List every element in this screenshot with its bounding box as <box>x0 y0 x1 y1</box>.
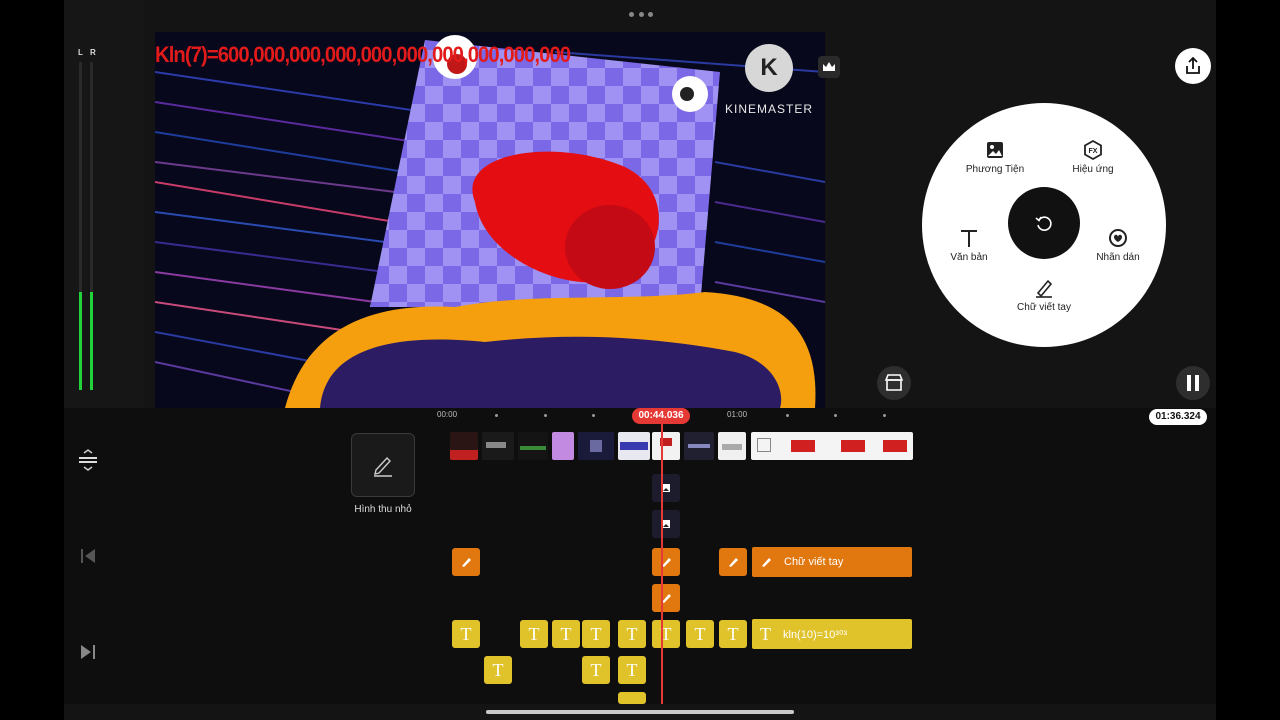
video-clip[interactable] <box>450 432 478 460</box>
media-label: Phương Tiện <box>965 164 1025 175</box>
meter-left <box>79 62 82 390</box>
media-layer[interactable] <box>652 510 680 538</box>
kinemaster-logo: K <box>745 44 793 92</box>
playhead-line[interactable] <box>661 424 663 704</box>
video-clip[interactable] <box>652 432 680 460</box>
text-layer[interactable] <box>618 692 646 704</box>
text-button[interactable]: Văn bản <box>924 227 1014 263</box>
sticker-label: Nhãn dán <box>1096 252 1140 263</box>
ruler-dot <box>592 414 595 417</box>
video-clip[interactable] <box>618 432 650 460</box>
handwriting-layer[interactable] <box>652 584 680 612</box>
ruler-start: 00:00 <box>437 410 458 419</box>
text-layer[interactable]: T <box>452 620 480 648</box>
video-clip[interactable] <box>718 432 746 460</box>
text-label: Văn bản <box>950 252 988 263</box>
text-layer[interactable]: T <box>582 656 610 684</box>
meter-left-fill <box>79 291 82 390</box>
effect-button[interactable]: FX Hiệu ứng <box>1048 139 1138 175</box>
video-clip[interactable] <box>482 432 514 460</box>
pen-icon <box>462 558 471 567</box>
thumbnail-label: Hình thu nhỏ <box>354 504 412 515</box>
svg-text:FX: FX <box>1089 148 1098 155</box>
undo-button[interactable] <box>1008 187 1080 259</box>
ruler-dot <box>834 414 837 417</box>
text-layer-label: kln(10)=10³⁰³ <box>783 628 848 641</box>
image-icon <box>987 142 1003 158</box>
store-icon <box>884 374 904 391</box>
media-button[interactable]: Phương Tiện <box>950 139 1040 175</box>
store-button[interactable] <box>877 366 911 400</box>
pen-icon <box>762 558 771 567</box>
playhead-time[interactable]: 00:44.036 <box>632 408 690 424</box>
home-indicator[interactable] <box>486 710 794 714</box>
video-clip[interactable] <box>518 432 548 460</box>
meter-left-label: L <box>78 48 83 57</box>
sticker-button[interactable]: Nhãn dán <box>1073 227 1163 263</box>
handwriting-label: Chữ viết tay <box>1017 302 1071 313</box>
handwriting-layer[interactable] <box>719 548 747 576</box>
fx-icon: FX <box>1084 139 1102 161</box>
meter-right-fill <box>90 291 93 390</box>
overlay-text: Kln(7)=600,000,000,000,000,000,000,000,0… <box>155 42 571 67</box>
skip-start-icon <box>81 549 95 563</box>
media-wheel: Phương Tiện FX Hiệu ứng Văn bản Nhãn dán… <box>922 103 1166 347</box>
handwriting-button[interactable]: Chữ viết tay <box>999 277 1089 313</box>
text-layer[interactable]: T <box>618 620 646 648</box>
meter-right <box>90 62 93 390</box>
handwriting-layer-label: Chữ viết tay <box>784 556 844 568</box>
rotate-icon <box>1035 216 1052 231</box>
audio-meter-panel: L R <box>64 0 144 408</box>
text-layer[interactable]: T <box>484 656 512 684</box>
video-preview[interactable]: Kln(7)=600,000,000,000,000,000,000,000,0… <box>155 32 825 408</box>
effect-label: Hiệu ứng <box>1072 164 1114 175</box>
text-layer[interactable]: T <box>686 620 714 648</box>
ruler-dot <box>495 414 498 417</box>
text-layer[interactable]: T <box>520 620 548 648</box>
pause-icon <box>1187 375 1199 391</box>
ruler-dot <box>544 414 547 417</box>
video-clip[interactable] <box>552 432 574 460</box>
text-icon <box>961 230 977 247</box>
handwriting-layer[interactable] <box>652 548 680 576</box>
ruler-dot <box>883 414 886 417</box>
pen-icon <box>729 558 738 567</box>
text-layer[interactable]: T <box>652 620 680 648</box>
text-layer[interactable]: T <box>719 620 747 648</box>
share-icon <box>1186 56 1200 74</box>
ruler-mid: 01:00 <box>727 410 748 419</box>
pause-button[interactable] <box>1176 366 1210 400</box>
text-layer[interactable]: T <box>618 656 646 684</box>
adjust-layer-button[interactable] <box>76 448 100 472</box>
sticker-icon <box>1109 229 1127 247</box>
video-clip[interactable] <box>684 432 714 460</box>
text-layer[interactable]: T <box>552 620 580 648</box>
more-options-handle[interactable] <box>629 12 653 18</box>
thumbnail-button[interactable] <box>351 433 415 497</box>
handwriting-layer[interactable] <box>452 548 480 576</box>
export-button[interactable] <box>1175 48 1211 84</box>
video-clip[interactable] <box>751 432 913 460</box>
total-duration: 01:36.324 <box>1149 409 1207 425</box>
handwriting-layer-long[interactable]: Chữ viết tay <box>752 547 912 577</box>
skip-end-button[interactable] <box>76 640 100 664</box>
crown-icon[interactable] <box>818 56 840 78</box>
preview-artwork <box>155 32 825 408</box>
media-layer[interactable] <box>652 474 680 502</box>
ruler-dot <box>786 414 789 417</box>
pencil-icon <box>374 456 392 477</box>
timeline[interactable]: Hình thu nhỏ 00:00 01:00 01:36.324 Chữ v… <box>64 408 1216 704</box>
video-clip[interactable] <box>578 432 614 460</box>
text-layer[interactable]: T <box>582 620 610 648</box>
skip-start-button[interactable] <box>76 544 100 568</box>
kinemaster-wordmark: KINEMASTER <box>725 102 814 116</box>
pen-icon <box>1036 279 1053 298</box>
text-layer-long[interactable]: T kln(10)=10³⁰³ <box>752 619 912 649</box>
skip-end-icon <box>81 645 95 659</box>
expand-vertical-icon <box>79 449 97 471</box>
meter-right-label: R <box>90 48 96 57</box>
